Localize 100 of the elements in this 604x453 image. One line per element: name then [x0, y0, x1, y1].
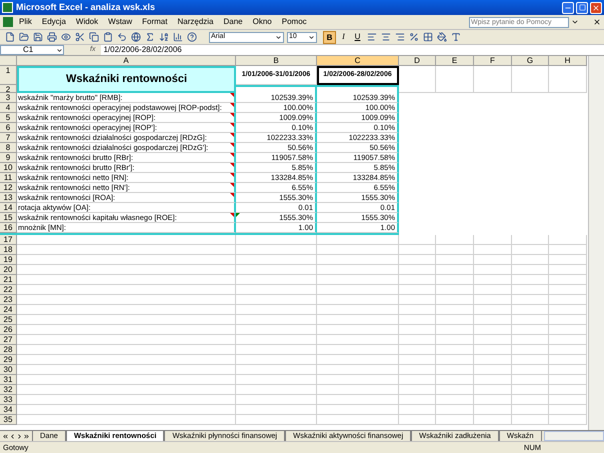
first-sheet-icon[interactable] — [2, 432, 9, 440]
column-header[interactable]: D — [399, 56, 436, 66]
row-header[interactable]: 30 — [0, 365, 17, 375]
fill-color-icon[interactable] — [435, 30, 448, 44]
column-header[interactable]: G — [512, 56, 549, 66]
empty-cell[interactable] — [317, 315, 399, 325]
menu-item[interactable]: Widok — [76, 16, 98, 28]
empty-cell[interactable] — [436, 265, 474, 275]
row-header[interactable]: 33 — [0, 395, 17, 405]
empty-cell[interactable] — [549, 285, 587, 295]
minimize-button[interactable] — [562, 2, 574, 14]
bold-button[interactable]: B — [323, 30, 336, 44]
empty-cell[interactable] — [436, 255, 474, 265]
empty-cell[interactable] — [317, 305, 399, 315]
empty-cell[interactable] — [512, 375, 549, 385]
empty-cell[interactable] — [317, 355, 399, 365]
empty-cell[interactable] — [512, 305, 549, 315]
row-header[interactable]: 23 — [0, 295, 17, 305]
vertical-scrollbar[interactable] — [588, 56, 604, 430]
empty-cell[interactable] — [549, 245, 587, 255]
empty-cell[interactable] — [436, 235, 474, 245]
empty-cell[interactable] — [317, 375, 399, 385]
empty-cell[interactable] — [317, 405, 399, 415]
column-header[interactable]: C — [317, 56, 399, 66]
empty-cell[interactable] — [236, 265, 317, 275]
empty-cell[interactable] — [236, 335, 317, 345]
empty-cell[interactable] — [399, 66, 436, 93]
row-header[interactable]: 26 — [0, 325, 17, 335]
empty-cell[interactable] — [549, 265, 587, 275]
empty-cell[interactable] — [512, 315, 549, 325]
empty-cell[interactable] — [399, 355, 436, 365]
row-header[interactable]: 12 — [0, 183, 17, 193]
menu-item[interactable]: Dane — [224, 16, 243, 28]
row-header[interactable]: 8 — [0, 143, 17, 153]
empty-cell[interactable] — [512, 385, 549, 395]
row-header[interactable]: 3 — [0, 93, 17, 103]
empty-cell[interactable] — [399, 365, 436, 375]
empty-cell[interactable] — [399, 275, 436, 285]
empty-cell[interactable] — [549, 275, 587, 285]
empty-cell[interactable] — [236, 395, 317, 405]
empty-cell[interactable] — [317, 345, 399, 355]
empty-cell[interactable] — [474, 375, 512, 385]
empty-cell[interactable] — [549, 375, 587, 385]
column-header[interactable]: A — [17, 56, 236, 66]
printer-icon[interactable] — [45, 30, 58, 44]
borders-icon[interactable] — [421, 30, 434, 44]
empty-cell[interactable] — [399, 245, 436, 255]
row-header[interactable]: 27 — [0, 335, 17, 345]
empty-cell[interactable] — [236, 275, 317, 285]
empty-cell[interactable] — [512, 325, 549, 335]
empty-cell[interactable] — [236, 285, 317, 295]
empty-cell[interactable] — [474, 345, 512, 355]
empty-cell[interactable] — [512, 235, 549, 245]
empty-cell[interactable] — [236, 85, 317, 93]
empty-cell[interactable] — [512, 255, 549, 265]
empty-cell[interactable] — [436, 375, 474, 385]
empty-cell[interactable] — [436, 305, 474, 315]
empty-cell[interactable] — [512, 355, 549, 365]
empty-cell[interactable] — [512, 275, 549, 285]
close-button[interactable] — [590, 2, 602, 14]
empty-cell[interactable] — [474, 315, 512, 325]
folder-icon[interactable] — [17, 30, 30, 44]
row-header[interactable]: 28 — [0, 345, 17, 355]
empty-cell[interactable] — [399, 285, 436, 295]
empty-cell[interactable] — [549, 355, 587, 365]
row-header[interactable]: 21 — [0, 275, 17, 285]
row-header[interactable]: 35 — [0, 415, 17, 425]
empty-cell[interactable] — [512, 365, 549, 375]
empty-cell[interactable] — [436, 405, 474, 415]
empty-cell[interactable] — [549, 405, 587, 415]
row-header[interactable]: 13 — [0, 193, 17, 203]
empty-cell[interactable] — [512, 395, 549, 405]
empty-cell[interactable] — [399, 345, 436, 355]
row-header[interactable]: 34 — [0, 405, 17, 415]
empty-cell[interactable] — [236, 385, 317, 395]
empty-cell[interactable] — [317, 325, 399, 335]
empty-cell[interactable] — [549, 325, 587, 335]
row-header[interactable]: 7 — [0, 133, 17, 143]
empty-cell[interactable] — [317, 385, 399, 395]
dropdown-icon[interactable] — [571, 18, 579, 26]
empty-cell[interactable] — [436, 275, 474, 285]
row-header[interactable]: 18 — [0, 245, 17, 255]
empty-cell[interactable] — [512, 415, 549, 425]
empty-cell[interactable] — [317, 365, 399, 375]
empty-cell[interactable] — [436, 335, 474, 345]
empty-cell[interactable] — [317, 265, 399, 275]
empty-cell[interactable] — [474, 415, 512, 425]
empty-cell[interactable] — [474, 305, 512, 315]
empty-cell[interactable] — [474, 295, 512, 305]
empty-cell[interactable] — [436, 345, 474, 355]
row-header[interactable]: 31 — [0, 375, 17, 385]
empty-cell[interactable] — [436, 285, 474, 295]
empty-cell[interactable] — [474, 66, 512, 93]
empty-cell[interactable] — [399, 415, 436, 425]
empty-cell[interactable] — [474, 355, 512, 365]
menu-item[interactable]: Narzędzia — [177, 16, 214, 28]
menu-item[interactable]: Okno — [252, 16, 272, 28]
row-header[interactable]: 5 — [0, 113, 17, 123]
row-header[interactable]: 32 — [0, 385, 17, 395]
empty-cell[interactable] — [317, 275, 399, 285]
